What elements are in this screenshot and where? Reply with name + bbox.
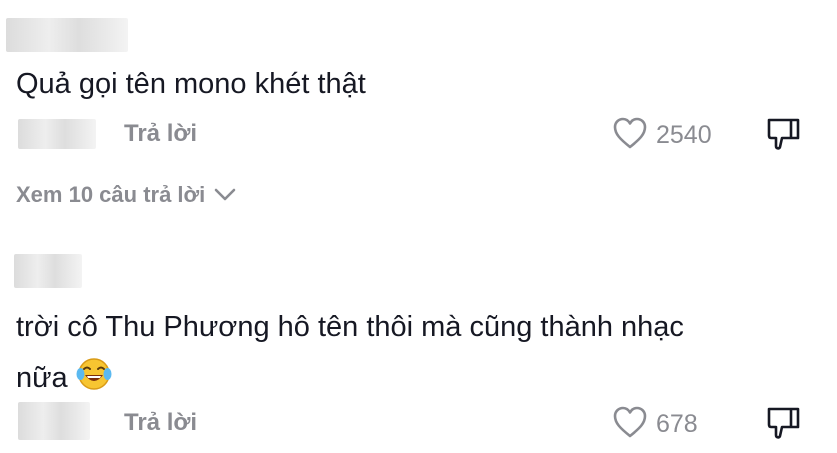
chevron-down-icon bbox=[213, 187, 237, 203]
comment-text-1: Quả gọi tên mono khét thật bbox=[16, 68, 366, 100]
dislike-button-1[interactable] bbox=[765, 116, 803, 157]
reply-button-2[interactable]: Trả lời bbox=[124, 409, 197, 437]
laughing-tears-emoji bbox=[76, 356, 112, 403]
like-button-1[interactable]: 2540 bbox=[612, 116, 712, 155]
like-count-2: 678 bbox=[656, 410, 698, 438]
timestamp-redacted-1 bbox=[18, 119, 96, 149]
like-count-1: 2540 bbox=[656, 121, 712, 149]
thumbs-down-icon bbox=[765, 118, 803, 156]
timestamp-redacted-2 bbox=[18, 402, 90, 440]
heart-outline-icon bbox=[612, 116, 648, 155]
username-redacted-2 bbox=[14, 254, 82, 288]
heart-outline-icon bbox=[612, 405, 648, 444]
view-replies-label: Xem 10 câu trả lời bbox=[16, 182, 206, 207]
dislike-button-2[interactable] bbox=[765, 405, 803, 446]
like-button-2[interactable]: 678 bbox=[612, 405, 698, 444]
thumbs-down-icon bbox=[765, 407, 803, 445]
comment-text-2-line2: nữa bbox=[16, 356, 112, 403]
comment-text-2-line1: trời cô Thu Phương hô tên thôi mà cũng t… bbox=[16, 311, 684, 343]
view-replies-button[interactable]: Xem 10 câu trả lời bbox=[16, 182, 237, 208]
reply-button-1[interactable]: Trả lời bbox=[124, 120, 197, 148]
username-redacted-1 bbox=[6, 18, 128, 52]
